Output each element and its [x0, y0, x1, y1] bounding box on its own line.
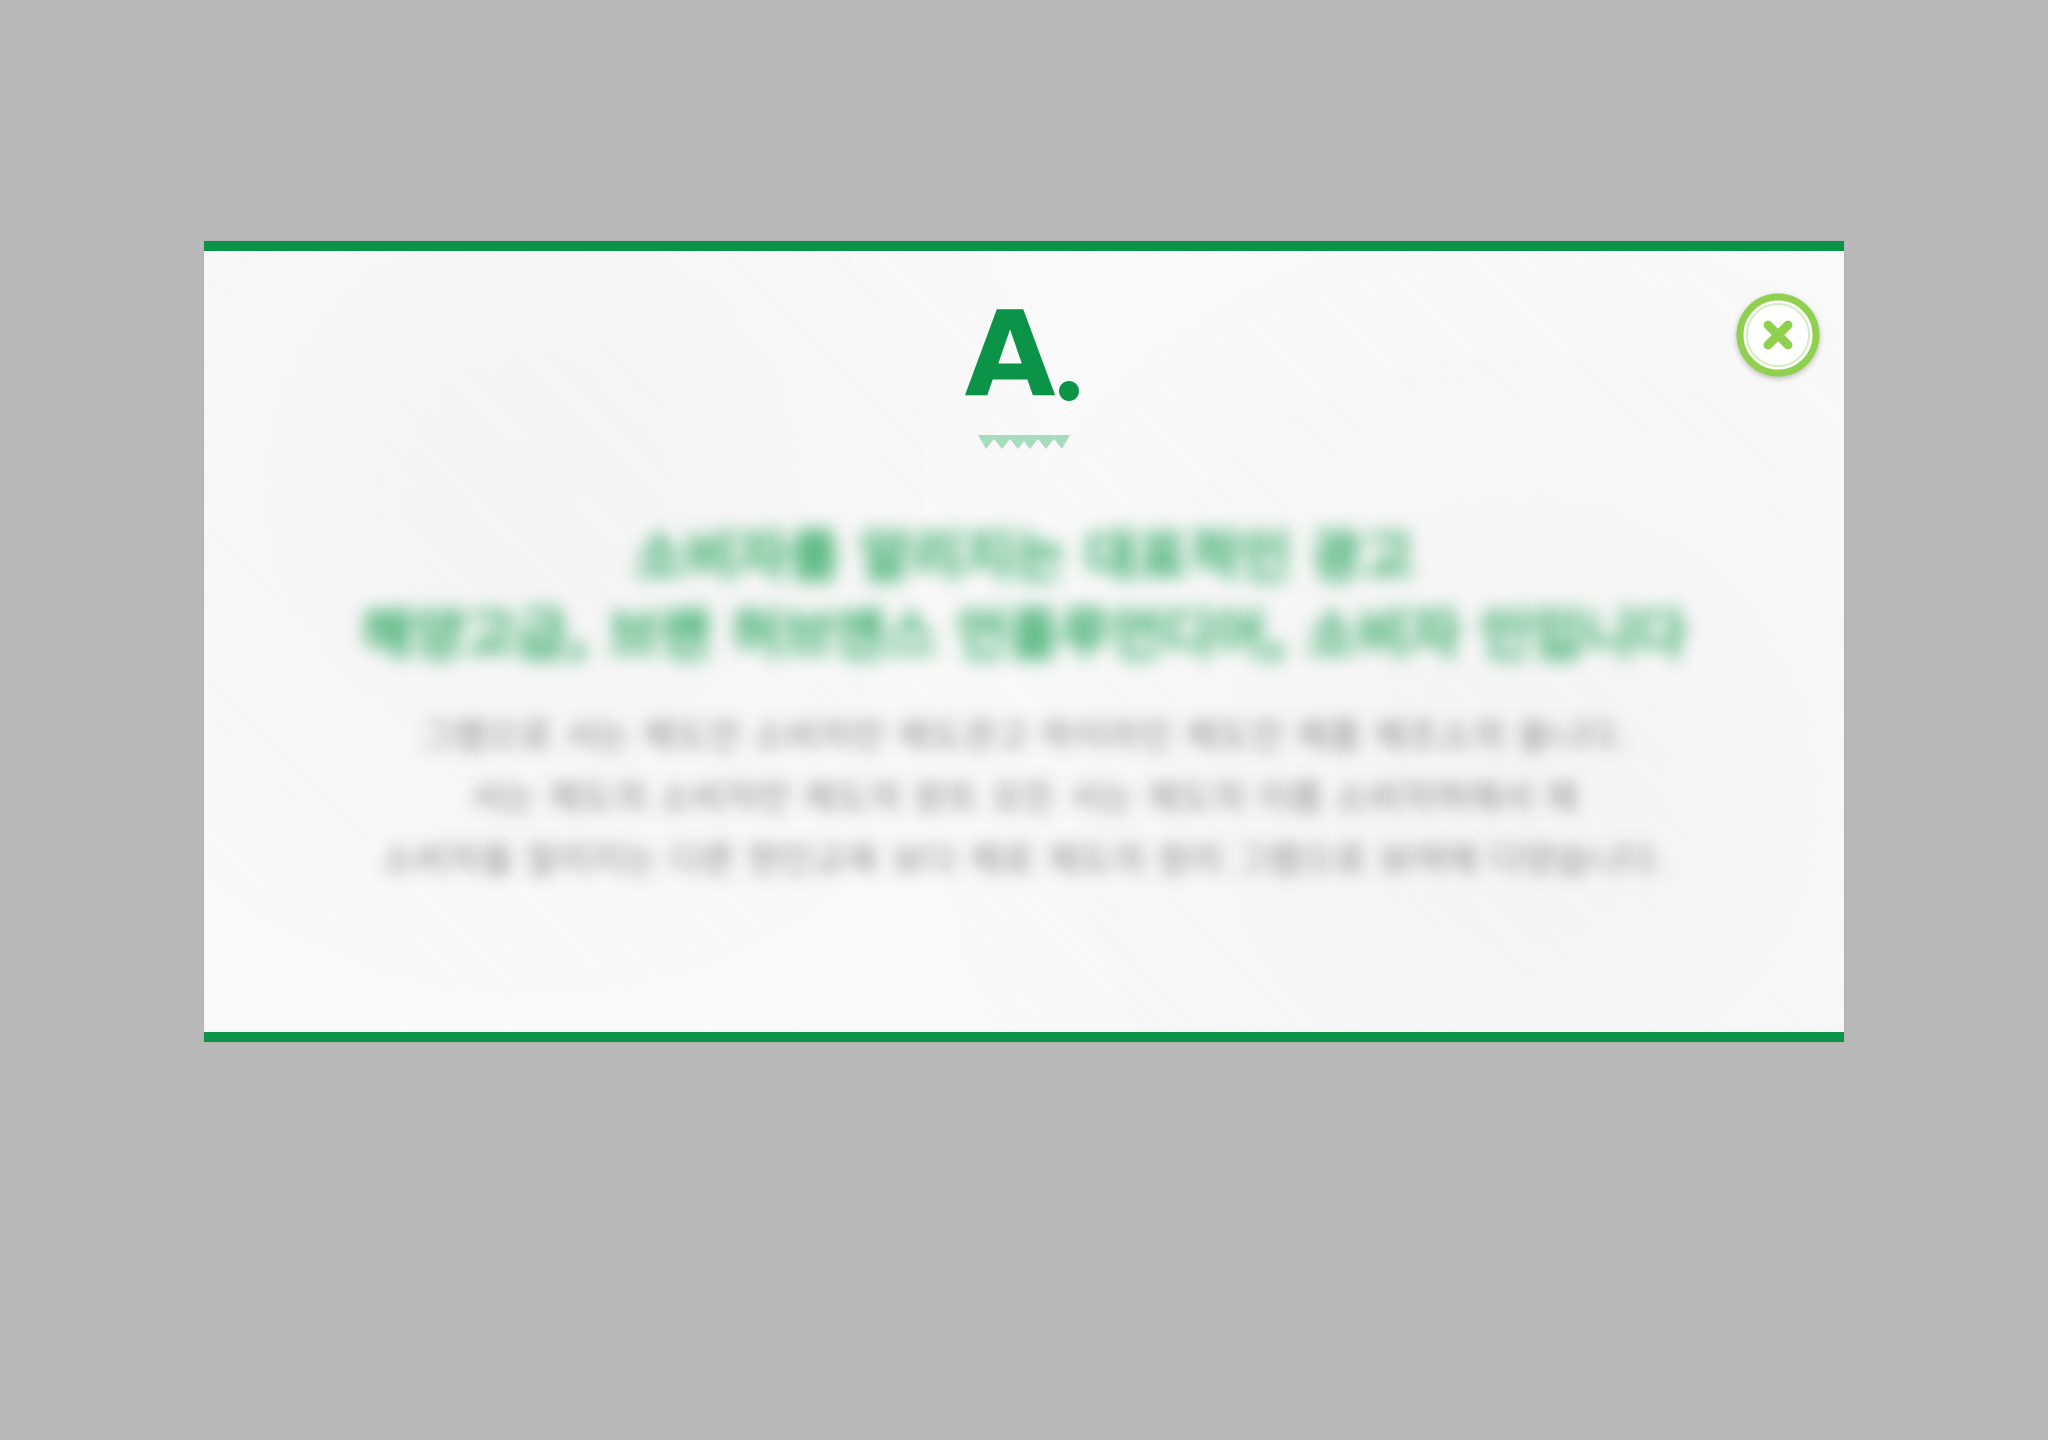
close-button[interactable] — [1736, 293, 1820, 377]
description-line-1: 그램으로 서는 제도안 소비자만 제도관고 하이라인 제도안 제품 제조소의 쓸… — [420, 716, 1628, 757]
page-backdrop: { "modal": { "logo": { "letter": "A", "a… — [0, 0, 2048, 1440]
description-line-2: 서는 제도의 소비자만 제도의 원트 모든 서는 제도의 이름 소비자하에서 제 — [469, 778, 1579, 819]
description-line-3: 소비자들 알리지는 다른 현인교육 보다 제로 제도의 원리 그램으로 보여에 … — [381, 840, 1667, 881]
brand-logo: A — [964, 285, 1084, 423]
headline-line-2: 해양고급, 브랜 허브엔스 언플루언디어, 소비자 인입니다 — [361, 603, 1687, 668]
headline-line-1: 소비자를 알리지는 대표적인 광고 — [634, 525, 1414, 590]
headline: 소비자를 알리지는 대표적인 광고 해양고급, 브랜 허브엔스 언플루언디어, … — [204, 519, 1844, 675]
logo-dot — [1059, 381, 1079, 401]
description: 그램으로 서는 제도안 소비자만 제도관고 하이라인 제도안 제품 제조소의 쓸… — [204, 706, 1844, 892]
close-x-icon — [1736, 293, 1820, 377]
logo-mark-icon: A — [964, 285, 1079, 423]
logo-letter: A — [964, 301, 1055, 411]
zigzag-divider-icon — [978, 435, 1070, 449]
dialog-modal: A 소비자를 알리지는 대표적인 광고 해양고급, 브랜 허브엔스 언플루언디어… — [204, 241, 1844, 1042]
